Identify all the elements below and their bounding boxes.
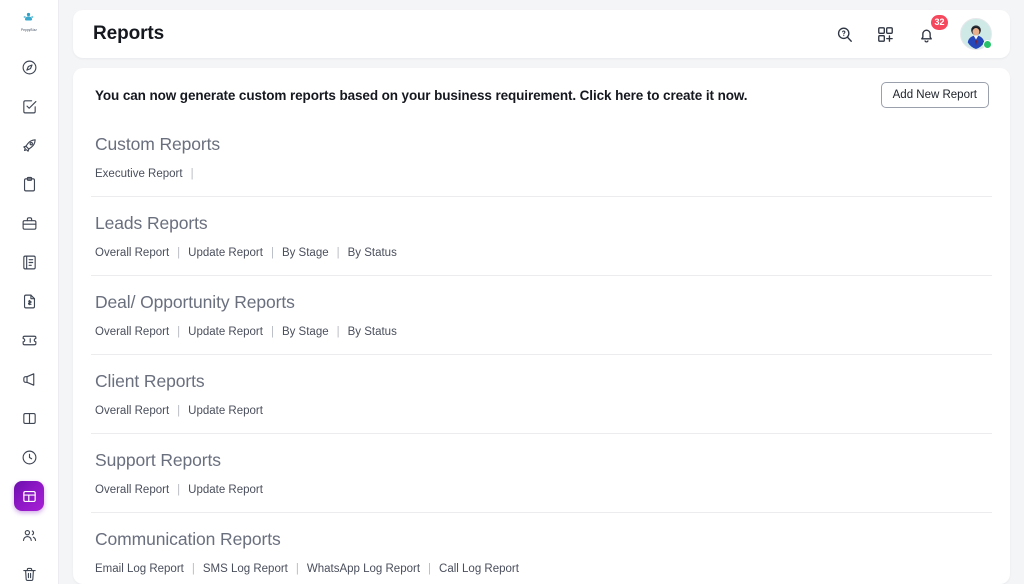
report-link[interactable]: SMS Log Report [203,563,288,575]
compass-icon [21,59,38,76]
app-logo-text: PeppyBizz [21,27,37,33]
section-links: Overall Report | Update Report | By Stag… [91,313,992,354]
search-help-icon [835,25,854,44]
report-section-client: Client Reports Overall Report | Update R… [91,354,992,433]
report-link[interactable]: Update Report [188,484,263,496]
report-link[interactable]: By Stage [282,326,329,338]
users-icon [21,527,38,544]
app-logo-icon [22,11,35,28]
report-link[interactable]: Overall Report [95,484,169,496]
section-title: Leads Reports [95,213,208,233]
link-separator: | [270,326,274,338]
reports-card: You can now generate custom reports base… [73,68,1010,584]
sidebar: PeppyBizz [0,0,59,584]
search-button[interactable] [832,22,856,46]
report-section-communication: Communication Reports Email Log Report |… [91,512,992,584]
link-separator: | [190,168,194,180]
section-title: Custom Reports [95,134,221,154]
report-link[interactable]: Overall Report [95,405,169,417]
section-links: Overall Report | Update Report [91,392,992,433]
report-link[interactable]: Call Log Report [439,563,519,575]
link-separator: | [177,484,181,496]
promo-banner: You can now generate custom reports base… [91,68,992,118]
sidebar-nav [14,52,44,584]
report-link[interactable]: Email Log Report [95,563,184,575]
promo-banner-text: You can now generate custom reports base… [95,87,748,103]
notifications-button[interactable]: 32 [914,15,948,46]
sidebar-item-boards[interactable] [14,403,44,433]
app-logo[interactable]: PeppyBizz [12,11,46,32]
section-title: Deal/ Opportunity Reports [95,292,295,312]
report-link[interactable]: Overall Report [95,326,169,338]
report-link[interactable]: Update Report [188,326,263,338]
report-section-custom: Custom Reports Executive Report | [91,118,992,196]
report-link[interactable]: Executive Report [95,168,183,180]
topbar: Reports 32 [73,10,1010,58]
apps-button[interactable] [873,22,897,46]
briefcase-icon [21,215,38,232]
sidebar-item-recycle-bin[interactable] [14,559,44,584]
rocket-icon [21,137,38,154]
sidebar-item-tickets[interactable] [14,325,44,355]
report-link[interactable]: WhatsApp Log Report [307,563,420,575]
clock-icon [21,449,38,466]
invoice-icon [21,293,38,310]
avatar[interactable] [960,18,992,50]
main-area: Reports 32 You can now generate custom r… [59,0,1024,584]
section-links: Overall Report | Update Report | By Stag… [91,234,992,275]
app-root: PeppyBizz Reports 32 You can now generat… [0,0,1024,584]
notebook-icon [21,254,38,271]
section-links: Executive Report | [91,155,992,196]
link-separator: | [270,247,274,259]
ticket-icon [21,332,38,349]
sidebar-item-invoices[interactable] [14,286,44,316]
report-section-support: Support Reports Overall Report | Update … [91,433,992,512]
link-separator: | [428,563,432,575]
link-separator: | [191,563,195,575]
sidebar-item-contacts[interactable] [14,520,44,550]
megaphone-icon [21,371,38,388]
link-separator: | [177,405,181,417]
page-title: Reports [93,23,165,44]
sidebar-item-dashboard[interactable] [14,52,44,82]
link-separator: | [336,247,340,259]
clipboard-icon [21,176,38,193]
task-check-icon [21,98,38,115]
report-section-deal-opportunity: Deal/ Opportunity Reports Overall Report… [91,275,992,354]
link-separator: | [177,326,181,338]
link-separator: | [177,247,181,259]
sidebar-item-projects[interactable] [14,169,44,199]
section-title: Support Reports [95,450,221,470]
section-title: Client Reports [95,371,205,391]
add-new-report-button[interactable]: Add New Report [880,82,989,108]
sidebar-item-notes[interactable] [14,247,44,277]
report-link[interactable]: By Stage [282,247,329,259]
sidebar-item-timesheet[interactable] [14,442,44,472]
link-separator: | [336,326,340,338]
trash-icon [21,566,38,583]
columns-icon [21,410,38,427]
section-links: Overall Report | Update Report [91,471,992,512]
report-link[interactable]: By Status [348,247,397,259]
section-links: Email Log Report | SMS Log Report | What… [91,550,992,584]
report-link[interactable]: Update Report [188,405,263,417]
sidebar-item-campaigns[interactable] [14,364,44,394]
report-section-leads: Leads Reports Overall Report | Update Re… [91,196,992,275]
notification-badge: 32 [931,15,948,30]
table-icon [21,488,38,505]
sidebar-item-reports[interactable] [14,481,44,511]
link-separator: | [295,563,299,575]
topbar-actions: 32 [832,15,992,50]
sidebar-item-tasks[interactable] [14,91,44,121]
sidebar-item-deals[interactable] [14,208,44,238]
grid-plus-icon [876,25,895,44]
section-title: Communication Reports [95,529,281,549]
report-link[interactable]: Overall Report [95,247,169,259]
report-link[interactable]: By Status [348,326,397,338]
online-status-dot [983,40,992,49]
report-link[interactable]: Update Report [188,247,263,259]
sidebar-item-leads[interactable] [14,130,44,160]
